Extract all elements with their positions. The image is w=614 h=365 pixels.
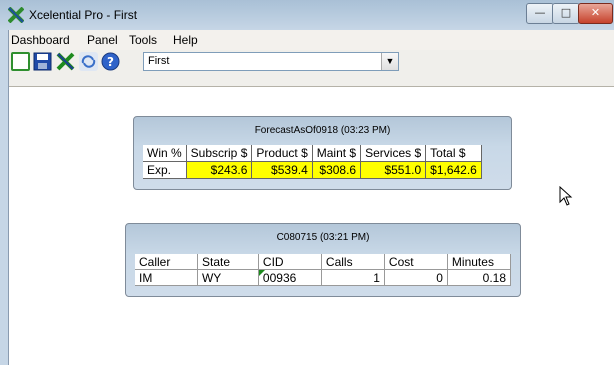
col-header: Cost [384,254,448,270]
table-cell: $539.4 [251,161,313,179]
menu-dashboard[interactable]: Dashboard [11,33,70,47]
menu-tools[interactable]: Tools [129,33,157,47]
table-header-row: Win % Subscrip $ Product $ Maint $ Servi… [143,145,482,162]
col-header: Subscrip $ [186,145,253,162]
table-cell: $1,642.6 [425,161,482,179]
table-row: IM WY 00936 1 0 0.18 [135,269,512,286]
comment-marker-icon [258,270,265,276]
table-cell: WY [197,269,259,286]
col-header: Maint $ [312,145,362,162]
save-icon[interactable] [33,52,52,71]
col-header: Win % [143,145,187,162]
app-logo-icon [8,7,24,23]
table-cell: 00936 [258,269,322,286]
calls-table: Caller State CID Calls Cost Minutes IM W… [135,254,512,286]
table-cell: 0.18 [447,269,512,286]
col-header: Services $ [360,145,427,162]
calls-panel[interactable]: C080715 (03:21 PM) Caller State CID Call… [125,223,521,297]
calls-panel-title: C080715 (03:21 PM) [276,232,370,243]
chevron-down-icon[interactable]: ▼ [381,53,398,70]
close-button[interactable]: ✕ [578,3,613,24]
table-cell: IM [135,269,198,286]
app-window: Xcelential Pro - First — □ ✕ Dashboard P… [0,0,614,365]
menu-help[interactable]: Help [173,33,198,47]
col-header: Minutes [447,254,512,270]
maximize-button[interactable]: □ [552,3,580,24]
svg-text:?: ? [107,55,114,69]
col-header: State [197,254,259,270]
help-icon[interactable]: ? [101,52,120,71]
col-header: Total $ [425,145,482,162]
menu-bar: Dashboard Panel Tools Help [9,30,614,50]
table-cell: $308.6 [312,161,362,179]
window-left-border [0,30,8,365]
table-header-row: Caller State CID Calls Cost Minutes [135,254,512,270]
forecast-table: Win % Subscrip $ Product $ Maint $ Servi… [143,145,482,179]
mouse-cursor-icon [559,186,573,206]
refresh-icon[interactable] [79,52,98,71]
table-cell: 1 [321,269,385,286]
forecast-panel[interactable]: ForecastAsOf0918 (03:23 PM) Win % Subscr… [133,116,512,190]
minimize-button[interactable]: — [526,3,554,24]
col-header: Calls [321,254,385,270]
delete-icon[interactable] [56,52,75,71]
dashboard-select-value: First [148,55,170,67]
toolbar: ? First ▼ [9,50,614,87]
title-bar[interactable]: Xcelential Pro - First — □ ✕ [0,0,614,30]
col-header: Caller [135,254,198,270]
table-cell: $243.6 [186,161,253,179]
menu-panel[interactable]: Panel [87,33,118,47]
cid-value: 00936 [262,270,297,285]
dashboard-select[interactable]: First ▼ [143,52,399,71]
client-area: Dashboard Panel Tools Help ? First ▼ For… [8,30,614,365]
table-row: Exp. $243.6 $539.4 $308.6 $551.0 $1,642.… [143,161,482,179]
table-cell: 0 [384,269,448,286]
table-cell: $551.0 [360,161,427,179]
forecast-panel-title: ForecastAsOf0918 (03:23 PM) [254,125,391,136]
new-icon[interactable] [11,52,30,71]
row-label: Exp. [143,161,187,179]
col-header: CID [258,254,322,270]
window-title: Xcelential Pro - First [29,8,138,22]
col-header: Product $ [251,145,313,162]
